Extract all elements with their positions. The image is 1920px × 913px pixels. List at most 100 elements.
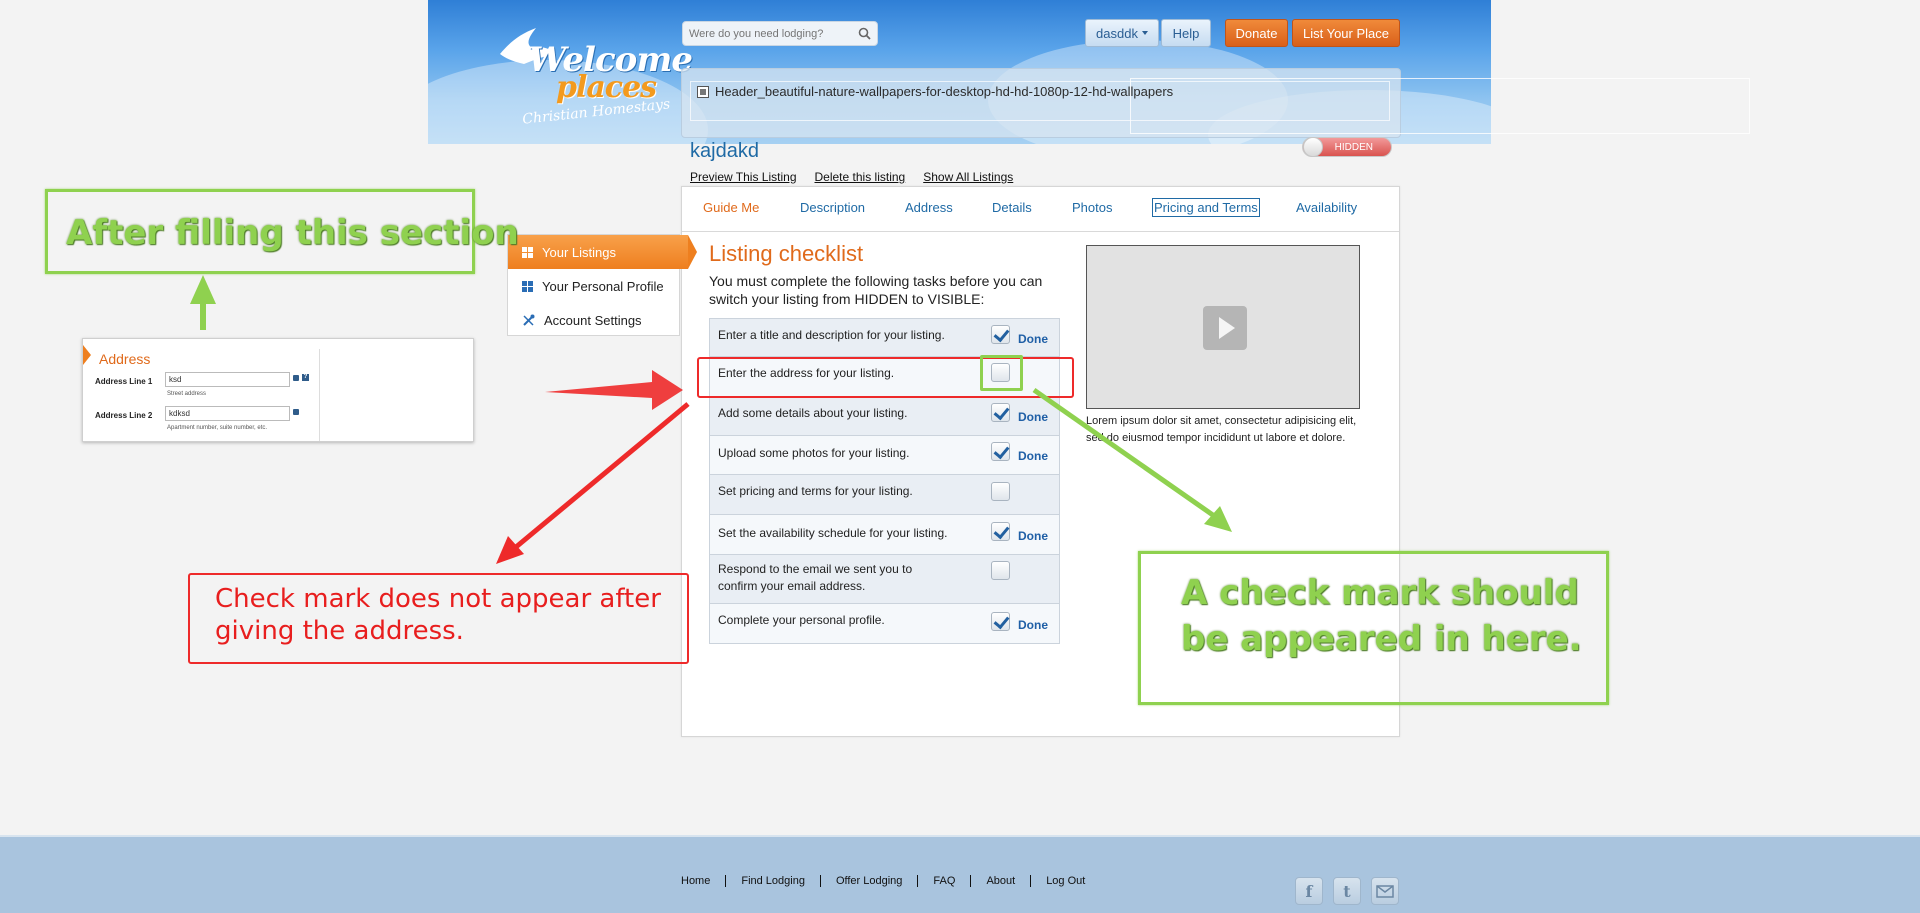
footer-link-log-out[interactable]: Log Out xyxy=(1030,875,1100,887)
checklist-row: Enter a title and description for your l… xyxy=(710,319,1059,357)
checklist-item-text: Complete your personal profile. xyxy=(718,613,885,627)
address-section-title: Address xyxy=(99,351,151,367)
toggle-knob xyxy=(1303,137,1323,157)
checkbox-checked[interactable] xyxy=(991,325,1010,344)
done-label: Done xyxy=(1018,618,1048,632)
sidebar-item-label: Account Settings xyxy=(544,312,642,328)
lock-icon xyxy=(293,375,299,381)
done-label: Done xyxy=(1018,410,1048,424)
chevron-down-icon xyxy=(1141,31,1148,35)
annotation-check-expected-text: A check mark should be appeared in here. xyxy=(1181,573,1582,659)
play-icon[interactable] xyxy=(1203,306,1247,350)
footer-link-home[interactable]: Home xyxy=(681,875,725,887)
section-flag xyxy=(83,345,91,365)
guide-video[interactable] xyxy=(1086,245,1360,409)
checkbox-checked[interactable] xyxy=(991,612,1010,631)
sidebar-item-label: Your Listings xyxy=(542,244,616,260)
search-input[interactable] xyxy=(683,22,853,45)
checkbox-checked[interactable] xyxy=(991,403,1010,422)
checklist-row: Set pricing and terms for your listing. xyxy=(710,475,1059,515)
done-label: Done xyxy=(1018,529,1048,543)
tab-photos[interactable]: Photos xyxy=(1072,200,1112,215)
twitter-icon[interactable]: t xyxy=(1333,877,1361,905)
checklist-item-text: Respond to the email we sent you to conf… xyxy=(718,562,913,593)
green-up-arrow xyxy=(190,275,216,330)
tab-details[interactable]: Details xyxy=(992,200,1032,215)
list-your-place-button[interactable]: List Your Place xyxy=(1292,19,1400,47)
address-form-preview: Address Address Line 1 ksd ? Street addr… xyxy=(82,338,474,442)
sidebar-item-account-settings[interactable]: Account Settings xyxy=(508,303,681,337)
user-menu-button[interactable]: dasddk xyxy=(1085,19,1159,47)
footer-link-find-lodging[interactable]: Find Lodging xyxy=(725,875,820,887)
visibility-toggle[interactable]: HIDDEN xyxy=(1302,137,1392,157)
checklist-intro: You must complete the following tasks be… xyxy=(709,273,1043,307)
done-label: Done xyxy=(1018,332,1048,346)
tab-address[interactable]: Address xyxy=(905,200,953,215)
listing-title: kajdakd xyxy=(690,140,759,162)
address-line2-field: kdksd xyxy=(165,406,290,421)
annotation-check-missing: Check mark does not appear after giving … xyxy=(188,573,689,664)
sidebar-item-personal-profile[interactable]: Your Personal Profile xyxy=(508,269,681,303)
annotation-check-expected: A check mark should be appeared in here. xyxy=(1138,551,1609,705)
listing-tabs: Guide Me Description Address Details Pho… xyxy=(682,187,1399,232)
sidebar-item-label: Your Personal Profile xyxy=(542,278,664,294)
facebook-icon[interactable]: f xyxy=(1295,877,1323,905)
listings-grid-icon xyxy=(522,246,533,258)
annotation-after-filling: After filling this section xyxy=(45,189,519,274)
checklist-row: Respond to the email we sent you to conf… xyxy=(710,555,1059,604)
address-line1-label: Address Line 1 xyxy=(95,377,153,386)
checklist-item-text: Add some details about your listing. xyxy=(718,406,908,420)
banner-overflow-frame xyxy=(1130,78,1750,134)
delete-listing-link[interactable]: Delete this listing xyxy=(815,170,906,184)
broken-image-icon xyxy=(697,85,709,98)
help-icon: ? xyxy=(302,374,309,381)
tab-availability[interactable]: Availability xyxy=(1296,200,1357,215)
footer-link-faq[interactable]: FAQ xyxy=(917,875,970,887)
checklist-item-text: Set pricing and terms for your listing. xyxy=(718,484,913,498)
search-icon[interactable] xyxy=(858,27,871,40)
checkbox-checked[interactable] xyxy=(991,522,1010,541)
form-divider xyxy=(319,349,320,441)
donate-button[interactable]: Donate xyxy=(1225,19,1288,47)
checklist-row: Set the availability schedule for your l… xyxy=(710,515,1059,555)
address-line2-label: Address Line 2 xyxy=(95,411,153,420)
annotation-check-missing-text: Check mark does not appear after giving … xyxy=(215,584,661,646)
lock-icon xyxy=(293,409,299,415)
account-side-menu: Your Listings Your Personal Profile Acco… xyxy=(507,234,697,337)
footer-link-about[interactable]: About xyxy=(970,875,1030,887)
site-logo[interactable]: Welcome places Christian Homestays xyxy=(498,18,693,128)
checklist-row: Add some details about your listing. Don… xyxy=(710,397,1059,436)
tab-guide-me[interactable]: Guide Me xyxy=(703,200,759,215)
address-line1-field: ksd xyxy=(165,372,290,387)
address-line2-hint: Apartment number, suite number, etc. xyxy=(167,425,268,431)
red-right-arrow xyxy=(545,370,683,410)
tools-icon xyxy=(523,314,535,326)
profile-grid-icon xyxy=(522,280,533,292)
annotation-after-filling-text: After filling this section xyxy=(66,213,519,253)
address-line1-hint: Street address xyxy=(167,391,207,397)
red-diagonal-arrow xyxy=(496,402,690,564)
search-box xyxy=(682,21,878,46)
preview-listing-link[interactable]: Preview This Listing xyxy=(690,170,797,184)
broken-header-image: Header_beautiful-nature-wallpapers-for-d… xyxy=(697,84,1173,99)
broken-image-alt-text: Header_beautiful-nature-wallpapers-for-d… xyxy=(715,84,1174,99)
checkbox-unchecked[interactable] xyxy=(991,482,1010,501)
site-footer: Home Find Lodging Offer Lodging FAQ Abou… xyxy=(0,835,1920,913)
tab-pricing-and-terms[interactable]: Pricing and Terms xyxy=(1152,198,1260,217)
checklist-item-text: Enter a title and description for your l… xyxy=(718,328,945,342)
tab-description[interactable]: Description xyxy=(800,200,865,215)
checklist-title: Listing checklist xyxy=(709,241,864,266)
footer-link-offer-lodging[interactable]: Offer Lodging xyxy=(819,875,917,887)
sidebar-item-your-listings[interactable]: Your Listings xyxy=(508,235,697,269)
show-all-listings-link[interactable]: Show All Listings xyxy=(923,170,1013,184)
video-caption: Lorem ipsum dolor sit amet, consectetur … xyxy=(1086,415,1357,444)
help-button[interactable]: Help xyxy=(1161,19,1211,47)
checkbox-checked[interactable] xyxy=(991,442,1010,461)
done-label: Done xyxy=(1018,449,1048,463)
email-icon[interactable] xyxy=(1371,877,1399,905)
checkbox-unchecked[interactable] xyxy=(991,561,1010,580)
user-menu-label: dasddk xyxy=(1096,25,1138,41)
footer-nav: Home Find Lodging Offer Lodging FAQ Abou… xyxy=(681,875,1100,887)
checkbox-highlight xyxy=(980,355,1023,391)
envelope-glyph xyxy=(1376,884,1394,898)
